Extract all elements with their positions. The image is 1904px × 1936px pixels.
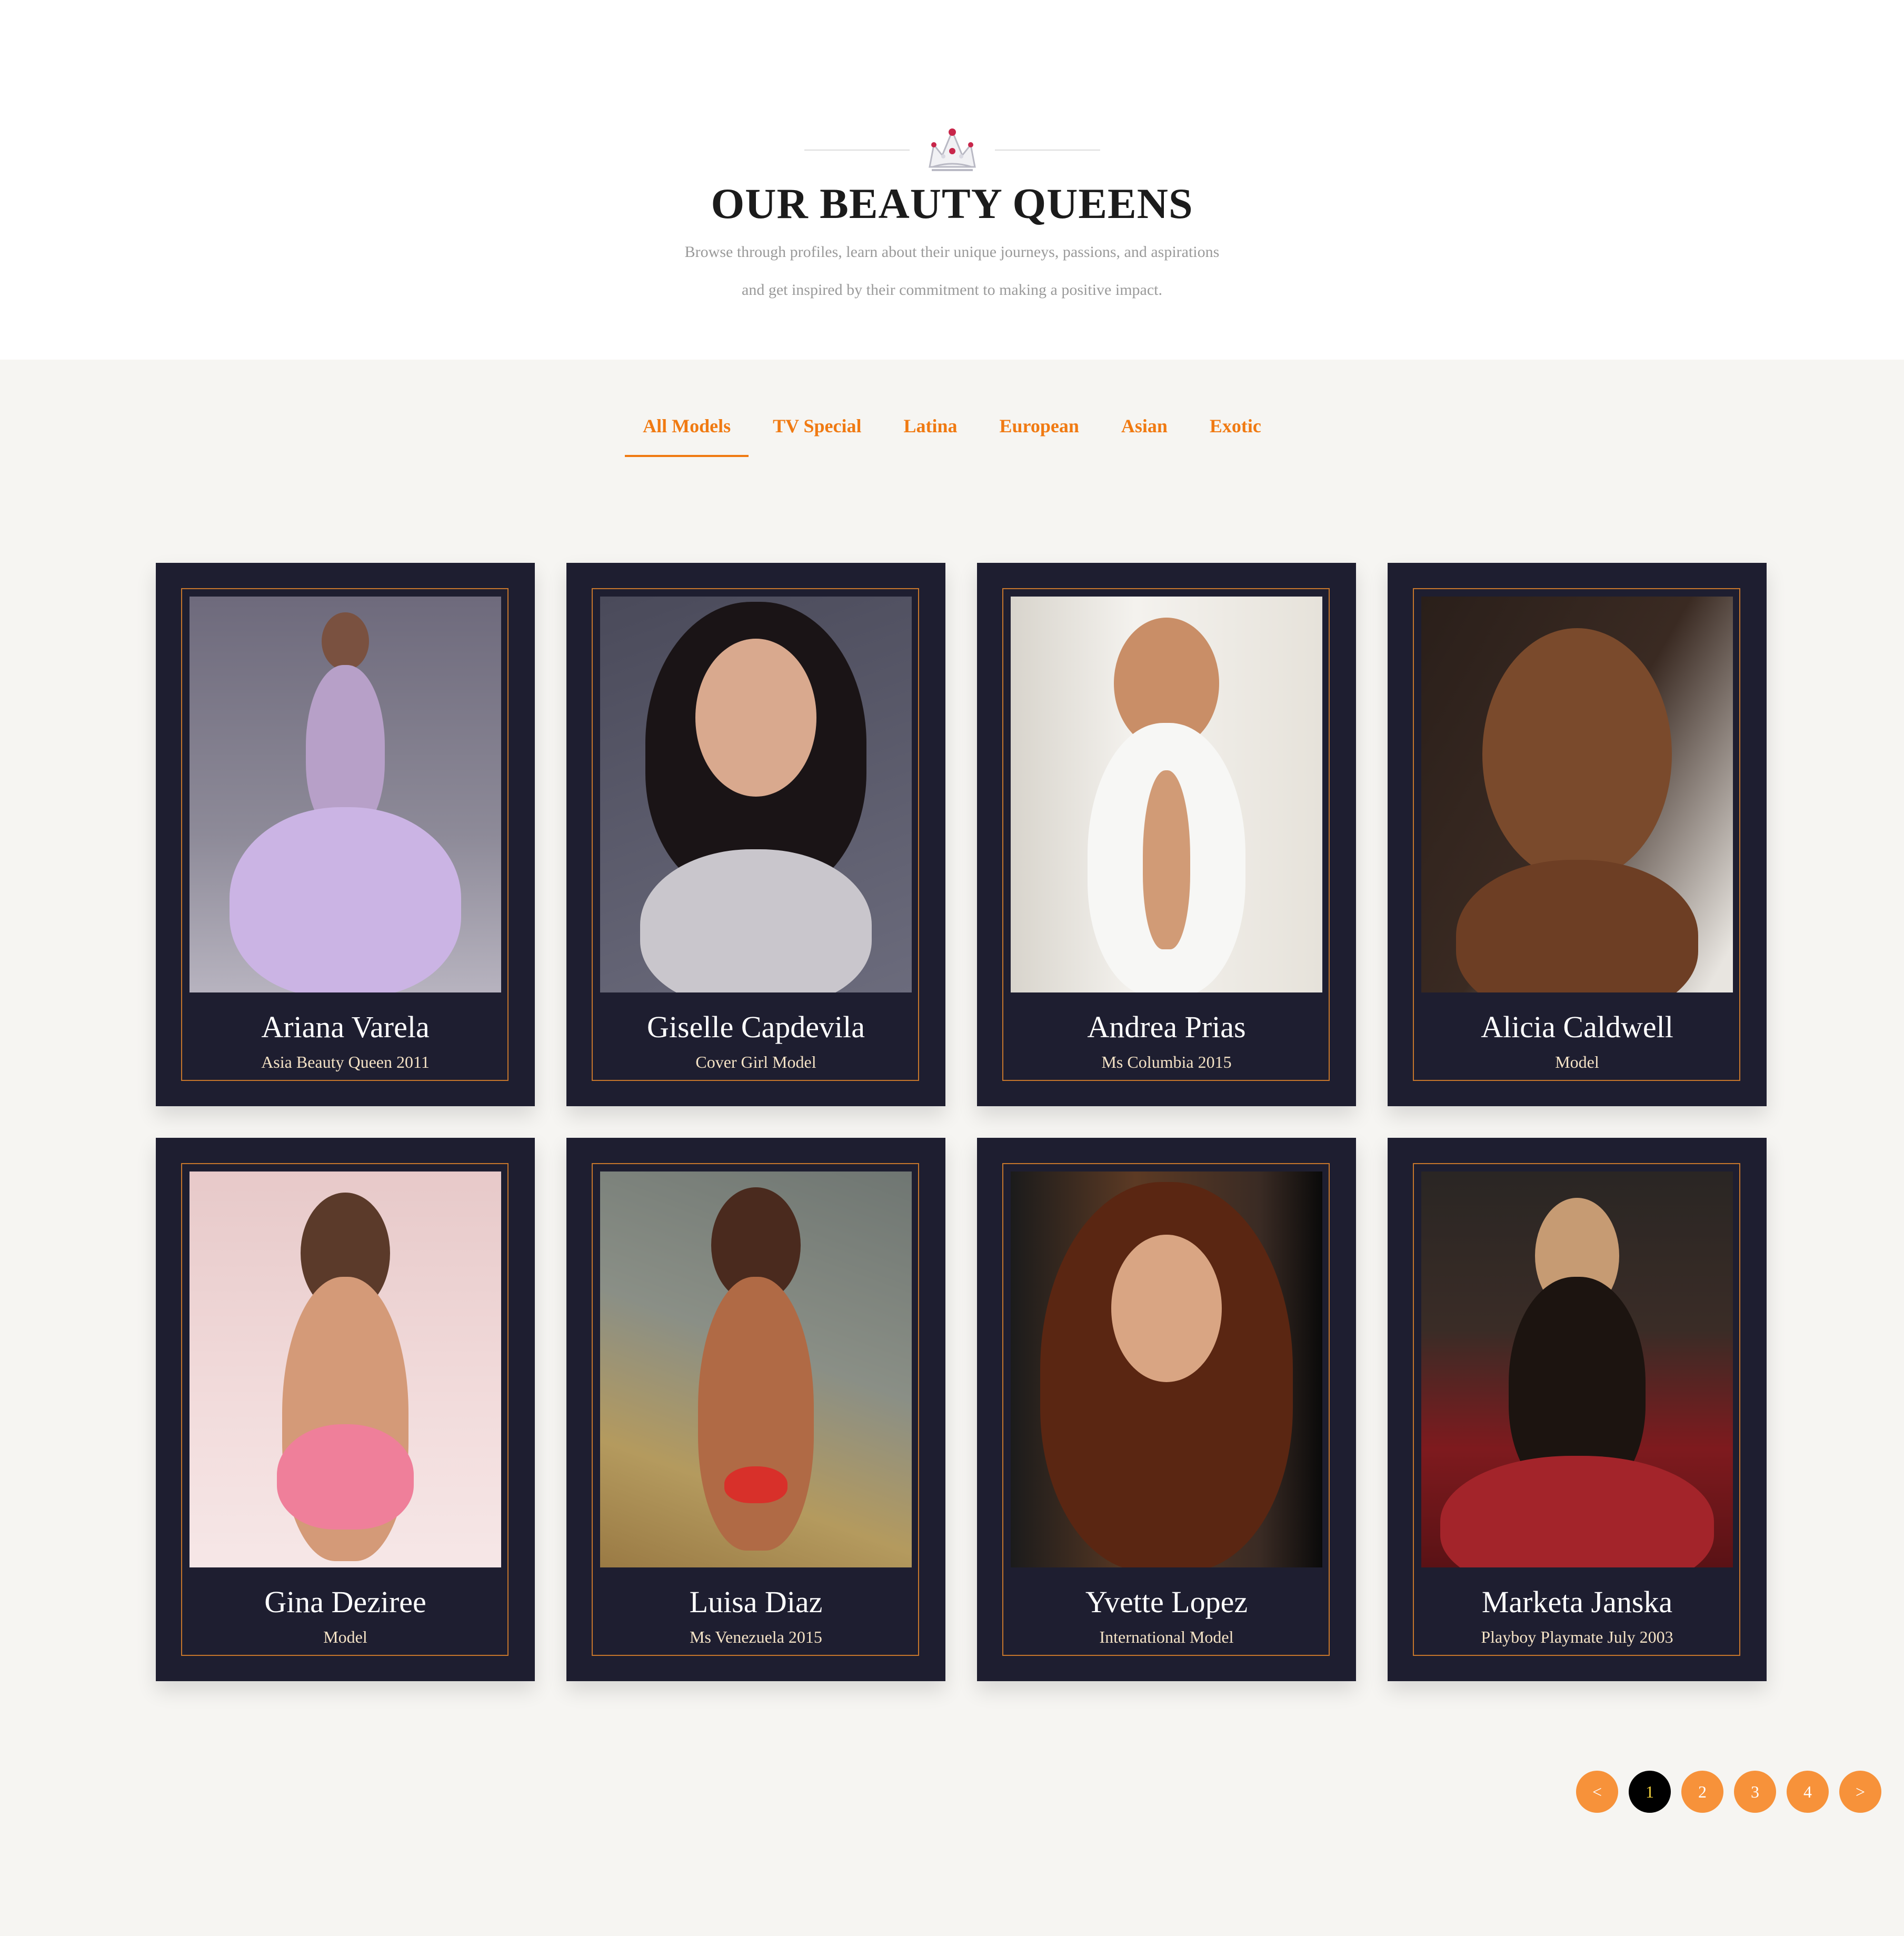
model-photo[interactable] (1421, 1171, 1733, 1567)
model-card[interactable]: Alicia Caldwell Model (1388, 563, 1767, 1106)
model-name[interactable]: Alicia Caldwell (1388, 1009, 1767, 1045)
model-title: Cover Girl Model (695, 1053, 816, 1071)
model-photo[interactable] (600, 597, 912, 992)
model-photo[interactable] (1011, 597, 1322, 992)
model-name[interactable]: Andrea Prias (977, 1009, 1356, 1045)
page-subtitle-line-1: Browse through profiles, learn about the… (684, 243, 1220, 261)
model-photo[interactable] (600, 1171, 912, 1567)
model-name[interactable]: Luisa Diaz (566, 1584, 945, 1620)
model-name[interactable]: Ariana Varela (156, 1009, 535, 1045)
model-name[interactable]: Marketa Janska (1388, 1584, 1767, 1620)
page-header: OUR BEAUTY QUEENS Browse through profile… (0, 0, 1904, 360)
crown-icon (928, 128, 976, 171)
filter-tab-asian[interactable]: Asian (1103, 415, 1185, 457)
model-title: Ms Columbia 2015 (1101, 1053, 1232, 1071)
category-filter-tabs: All Models TV Special Latina European As… (0, 415, 1904, 457)
pagination-page-4[interactable]: 4 (1787, 1771, 1829, 1813)
model-name[interactable]: Giselle Capdevila (566, 1009, 945, 1045)
pagination-page-3[interactable]: 3 (1734, 1771, 1776, 1813)
filter-tab-exotic[interactable]: Exotic (1192, 415, 1279, 457)
model-card[interactable]: Ariana Varela Asia Beauty Queen 2011 (156, 563, 535, 1106)
pagination-prev-button[interactable]: < (1576, 1771, 1618, 1813)
model-card[interactable]: Andrea Prias Ms Columbia 2015 (977, 563, 1356, 1106)
model-photo[interactable] (190, 597, 501, 992)
model-title: Playboy Playmate July 2003 (1481, 1627, 1673, 1646)
model-card[interactable]: Giselle Capdevila Cover Girl Model (566, 563, 945, 1106)
model-gallery: All Models TV Special Latina European As… (0, 360, 1904, 1936)
pagination-next-button[interactable]: > (1839, 1771, 1881, 1813)
model-title: Model (323, 1627, 367, 1646)
page-title: OUR BEAUTY QUEENS (711, 180, 1193, 227)
model-title: Ms Venezuela 2015 (690, 1627, 822, 1646)
model-card[interactable]: Yvette Lopez International Model (977, 1138, 1356, 1681)
model-card[interactable]: Marketa Janska Playboy Playmate July 200… (1388, 1138, 1767, 1681)
model-title: Model (1555, 1053, 1599, 1071)
crown-divider (0, 121, 1904, 179)
page-subtitle-line-2: and get inspired by their commitment to … (742, 281, 1162, 299)
filter-tab-latina[interactable]: Latina (885, 415, 975, 457)
pagination-page-1[interactable]: 1 (1629, 1771, 1671, 1813)
divider-line-left (804, 150, 910, 151)
pagination: < 1 2 3 4 > (1576, 1771, 1881, 1813)
model-name[interactable]: Yvette Lopez (977, 1584, 1356, 1620)
filter-tab-tv-special[interactable]: TV Special (755, 415, 879, 457)
pagination-page-2[interactable]: 2 (1681, 1771, 1723, 1813)
model-name[interactable]: Gina Deziree (156, 1584, 535, 1620)
filter-tab-all-models[interactable]: All Models (625, 415, 749, 457)
model-photo[interactable] (1011, 1171, 1322, 1567)
model-card[interactable]: Gina Deziree Model (156, 1138, 535, 1681)
model-card[interactable]: Luisa Diaz Ms Venezuela 2015 (566, 1138, 945, 1681)
model-title: International Model (1099, 1627, 1234, 1646)
model-title: Asia Beauty Queen 2011 (261, 1053, 430, 1071)
model-photo[interactable] (190, 1171, 501, 1567)
divider-line-right (994, 150, 1100, 151)
filter-tab-european[interactable]: European (982, 415, 1097, 457)
model-photo[interactable] (1421, 597, 1733, 992)
